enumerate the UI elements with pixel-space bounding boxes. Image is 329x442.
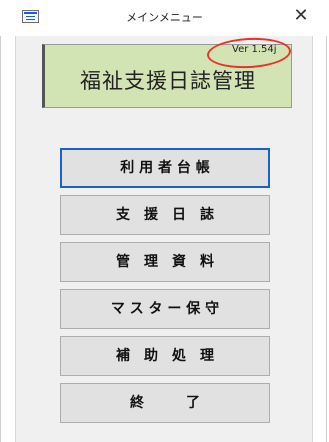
user-ledger-button[interactable]: 利 用 者 台 帳 <box>60 148 270 188</box>
close-icon[interactable]: ✕ <box>289 5 313 27</box>
management-data-button[interactable]: 管 理 資 料 <box>60 242 270 282</box>
window-title: メインメニュー <box>126 11 203 24</box>
app-title: 福祉支援日誌管理 <box>80 69 256 93</box>
title-bar: メインメニュー ✕ <box>0 0 329 36</box>
window-frame-right <box>326 36 327 442</box>
master-maintenance-button[interactable]: マ ス タ ー 保 守 <box>60 289 270 329</box>
auxiliary-processing-button[interactable]: 補 助 処 理 <box>60 336 270 376</box>
window-frame-left <box>0 36 1 442</box>
exit-button[interactable]: 終 了 <box>60 383 270 423</box>
support-diary-button[interactable]: 支 援 日 誌 <box>60 195 270 235</box>
